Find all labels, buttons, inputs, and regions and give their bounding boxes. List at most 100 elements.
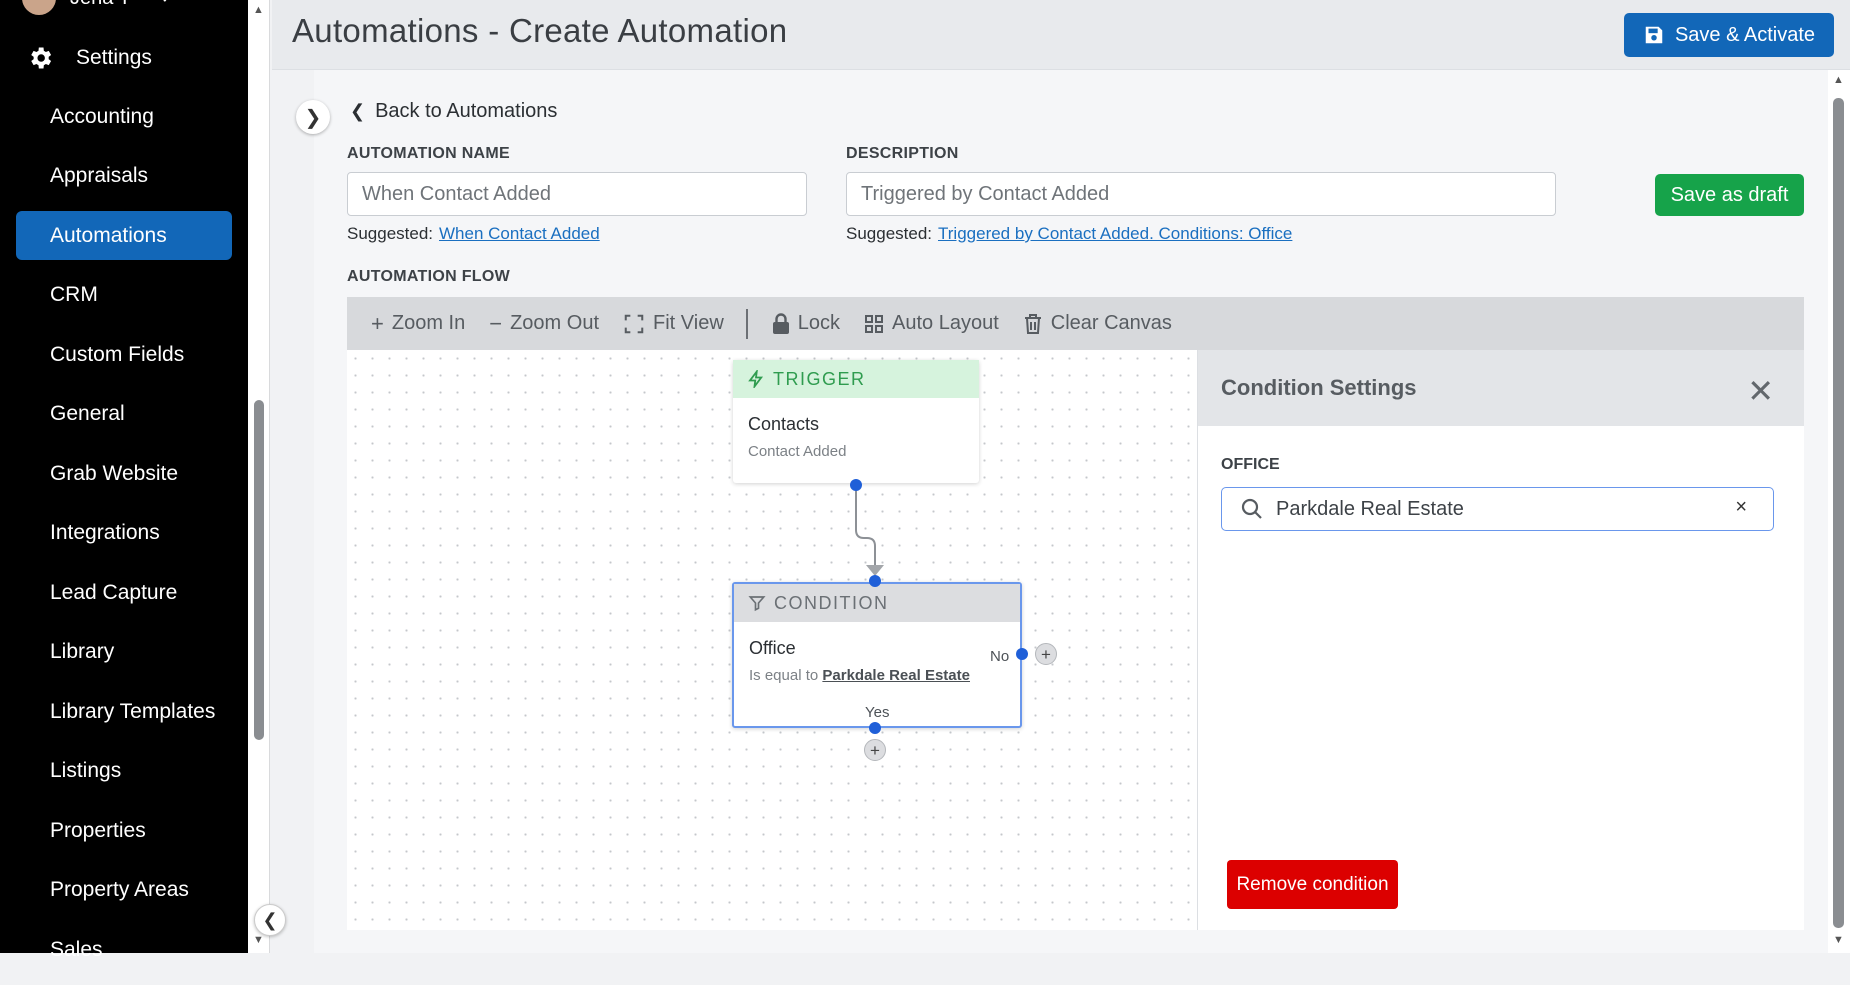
add-yes-branch-button[interactable]: + bbox=[864, 739, 886, 761]
chevron-down-icon: ✓ bbox=[161, 0, 174, 8]
no-output-port[interactable] bbox=[1016, 648, 1028, 660]
flow-canvas[interactable]: TRIGGER Contacts Contact Added CONDITION… bbox=[347, 350, 1197, 930]
expand-panel-button[interactable]: ❯ bbox=[296, 100, 330, 134]
settings-label: Settings bbox=[76, 46, 152, 69]
sidebar-item-library-templates[interactable]: Library Templates bbox=[16, 687, 232, 736]
condition-operator: Is equal to bbox=[749, 667, 819, 684]
main-scroll-thumb[interactable] bbox=[1833, 98, 1844, 928]
sidebar-scrollbar[interactable]: ▲ ▼ bbox=[248, 0, 270, 953]
fit-view-label: Fit View bbox=[653, 312, 724, 334]
zoom-out-label: Zoom Out bbox=[510, 312, 599, 334]
plus-icon: + bbox=[1041, 644, 1051, 664]
auto-layout-label: Auto Layout bbox=[892, 312, 999, 334]
sidebar-item-library[interactable]: Library bbox=[16, 628, 232, 677]
automation-name-input[interactable]: When Contact Added bbox=[347, 172, 807, 216]
lock-label: Lock bbox=[797, 312, 841, 334]
collapse-sidebar-button[interactable]: ❮ bbox=[254, 904, 286, 936]
search-icon bbox=[1241, 498, 1262, 519]
sidebar-item-grab-website[interactable]: Grab Website bbox=[16, 449, 232, 498]
condition-settings-panel: Condition Settings ✕ OFFICE Parkdale Rea… bbox=[1197, 350, 1804, 930]
sidebar-item-integrations[interactable]: Integrations bbox=[16, 509, 232, 558]
remove-condition-button[interactable]: Remove condition bbox=[1227, 860, 1398, 909]
add-no-branch-button[interactable]: + bbox=[1035, 643, 1057, 665]
trigger-node-title: Contacts bbox=[748, 414, 820, 434]
lock-button[interactable]: Lock bbox=[772, 312, 840, 335]
description-suggestion-link[interactable]: Triggered by Contact Added. Conditions: … bbox=[938, 224, 1292, 243]
sidebar-item-accounting[interactable]: Accounting bbox=[16, 92, 232, 141]
flow-toolbar: + Zoom In − Zoom Out Fit View Lock Auto … bbox=[347, 297, 1804, 350]
sidebar-item-custom-fields[interactable]: Custom Fields bbox=[16, 330, 232, 379]
fit-view-button[interactable]: Fit View bbox=[623, 312, 724, 335]
sidebar-item-lead-capture[interactable]: Lead Capture bbox=[16, 568, 232, 617]
description-label: DESCRIPTION bbox=[846, 145, 959, 162]
sidebar-item-general[interactable]: General bbox=[16, 390, 232, 439]
zoom-out-button[interactable]: − Zoom Out bbox=[489, 311, 599, 337]
sidebar-item-sales[interactable]: Sales bbox=[16, 925, 232, 974]
auto-layout-button[interactable]: Auto Layout bbox=[864, 312, 999, 335]
sidebar-scroll-thumb[interactable] bbox=[254, 400, 264, 740]
trash-icon bbox=[1024, 313, 1041, 334]
sidebar-item-settings[interactable]: Settings bbox=[26, 40, 152, 76]
name-suggestion-link[interactable]: When Contact Added bbox=[439, 224, 600, 243]
chevron-right-icon: ❯ bbox=[304, 106, 322, 129]
clear-canvas-button[interactable]: Clear Canvas bbox=[1023, 312, 1172, 335]
trigger-output-port[interactable] bbox=[850, 479, 862, 491]
trigger-node-subtitle: Contact Added bbox=[748, 443, 847, 460]
plus-icon: + bbox=[870, 740, 880, 760]
condition-input-port[interactable] bbox=[869, 575, 881, 587]
user-menu[interactable]: Jena T ✓ bbox=[22, 0, 174, 15]
no-branch-label: No bbox=[990, 648, 1010, 665]
sidebar: Jena T ✓ Settings Accounting Appraisals … bbox=[0, 0, 248, 961]
back-label: Back to Automations bbox=[375, 100, 558, 122]
fit-view-icon bbox=[624, 314, 644, 333]
office-value: Parkdale Real Estate bbox=[1276, 497, 1464, 520]
back-to-automations-link[interactable]: ❮ Back to Automations bbox=[350, 100, 557, 123]
settings-nav: Accounting Appraisals Automations CRM Cu… bbox=[16, 92, 232, 985]
minus-icon: − bbox=[489, 310, 503, 336]
scroll-up-icon[interactable]: ▲ bbox=[253, 4, 264, 16]
zoom-in-button[interactable]: + Zoom In bbox=[371, 311, 465, 337]
yes-branch-label: Yes bbox=[865, 704, 890, 721]
yes-output-port[interactable] bbox=[869, 722, 881, 734]
plus-icon: + bbox=[371, 310, 384, 336]
clear-icon[interactable]: × bbox=[1735, 496, 1747, 519]
condition-node-header: CONDITION bbox=[734, 584, 1020, 622]
condition-node-title: Office bbox=[749, 638, 796, 658]
trigger-node-header: TRIGGER bbox=[733, 360, 979, 398]
lock-icon bbox=[772, 312, 789, 334]
zoom-in-label: Zoom In bbox=[391, 312, 466, 334]
scroll-down-icon[interactable]: ▼ bbox=[1833, 934, 1844, 946]
toolbar-divider bbox=[745, 308, 748, 339]
sidebar-item-crm[interactable]: CRM bbox=[16, 271, 232, 320]
page-title: Automations - Create Automation bbox=[292, 12, 788, 49]
sidebar-item-appraisals[interactable]: Appraisals bbox=[16, 152, 232, 201]
sidebar-item-properties[interactable]: Properties bbox=[16, 806, 232, 855]
clear-canvas-label: Clear Canvas bbox=[1050, 312, 1172, 334]
sidebar-item-property-areas[interactable]: Property Areas bbox=[16, 866, 232, 915]
condition-value: Parkdale Real Estate bbox=[822, 667, 970, 684]
gear-icon bbox=[31, 47, 52, 69]
suggested-prefix: Suggested: bbox=[347, 224, 434, 243]
scroll-down-icon[interactable]: ▼ bbox=[253, 934, 264, 946]
office-search-input[interactable]: Parkdale Real Estate × bbox=[1221, 487, 1774, 531]
save-activate-label: Save & Activate bbox=[1674, 23, 1816, 46]
user-name: Jena T bbox=[70, 0, 131, 10]
close-icon[interactable]: ✕ bbox=[1747, 372, 1774, 410]
scroll-up-icon[interactable]: ▲ bbox=[1833, 74, 1844, 86]
panel-title: Condition Settings bbox=[1221, 375, 1417, 400]
automation-name-label: AUTOMATION NAME bbox=[347, 145, 511, 162]
name-suggestion: Suggested: When Contact Added bbox=[347, 224, 600, 244]
description-suggestion: Suggested: Triggered by Contact Added. Co… bbox=[846, 224, 1292, 244]
sidebar-item-automations[interactable]: Automations bbox=[16, 211, 232, 260]
condition-node-rule: Is equal to Parkdale Real Estate bbox=[734, 659, 1020, 684]
main-scrollbar[interactable]: ▲ ▼ bbox=[1828, 70, 1850, 953]
save-activate-button[interactable]: Save & Activate bbox=[1624, 13, 1834, 57]
sidebar-item-listings[interactable]: Listings bbox=[16, 747, 232, 796]
trigger-node[interactable]: TRIGGER Contacts Contact Added bbox=[733, 360, 979, 483]
save-draft-button[interactable]: Save as draft bbox=[1655, 174, 1804, 216]
suggested-prefix: Suggested: bbox=[846, 224, 933, 243]
automation-flow-label: AUTOMATION FLOW bbox=[347, 268, 510, 285]
description-input[interactable]: Triggered by Contact Added bbox=[846, 172, 1556, 216]
save-icon bbox=[1645, 26, 1663, 44]
panel-header: Condition Settings ✕ bbox=[1198, 350, 1804, 426]
